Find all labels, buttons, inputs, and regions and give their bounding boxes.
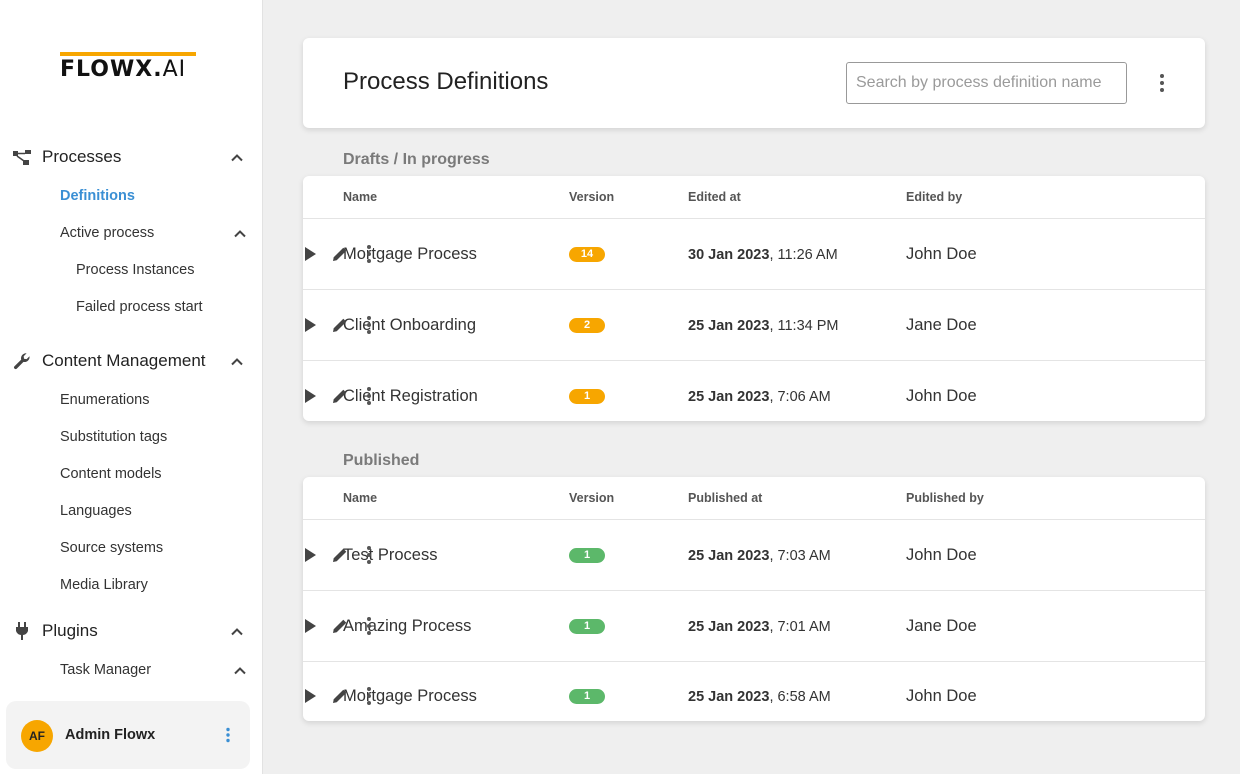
sidebar-item-failed-process-start[interactable]: Failed process start xyxy=(76,297,203,317)
version-badge: 1 xyxy=(569,689,605,704)
play-icon[interactable] xyxy=(303,618,317,634)
version-badge: 2 xyxy=(569,318,605,333)
table-row[interactable]: Client Registration 1 25 Jan 2023, 7:06 … xyxy=(303,361,1205,432)
sidebar-item-enumerations[interactable]: Enumerations xyxy=(60,390,149,410)
version-badge: 1 xyxy=(569,619,605,634)
table-row[interactable]: Client Onboarding 2 25 Jan 2023, 11:34 P… xyxy=(303,290,1205,361)
edit-icon[interactable] xyxy=(332,547,348,563)
sidebar-section-label: Processes xyxy=(42,147,121,167)
drafts-table: Name Version Edited at Edited by Mortgag… xyxy=(303,176,1205,421)
chevron-up-icon[interactable] xyxy=(232,226,248,242)
sidebar-item-languages[interactable]: Languages xyxy=(60,501,132,521)
table-row[interactable]: Mortgage Process 14 30 Jan 2023, 11:26 A… xyxy=(303,219,1205,290)
edited-at: 25 Jan 2023, 11:34 PM xyxy=(688,290,838,361)
sidebar-item-process-instances[interactable]: Process Instances xyxy=(76,260,194,280)
row-more-icon[interactable] xyxy=(366,546,372,564)
column-header-published-by: Published by xyxy=(906,477,984,519)
edited-by: Jane Doe xyxy=(906,290,977,361)
section-title-published: Published xyxy=(343,452,419,470)
page-title: Process Definitions xyxy=(343,68,548,96)
published-by: John Doe xyxy=(906,661,977,732)
column-header-version: Version xyxy=(569,477,614,519)
process-name: Client Registration xyxy=(343,361,478,432)
edited-at: 30 Jan 2023, 11:26 AM xyxy=(688,219,838,290)
more-options-icon[interactable] xyxy=(1159,74,1165,92)
chevron-up-icon[interactable] xyxy=(229,150,245,166)
wrench-icon xyxy=(12,352,32,370)
column-header-name: Name xyxy=(343,477,377,519)
sidebar-item-source-systems[interactable]: Source systems xyxy=(60,538,163,558)
process-name: Mortgage Process xyxy=(343,661,477,732)
row-more-icon[interactable] xyxy=(366,687,372,705)
user-menu-icon[interactable] xyxy=(225,727,231,743)
edited-at: 25 Jan 2023, 7:06 AM xyxy=(688,361,831,432)
sidebar-section-content-management[interactable]: Content Management xyxy=(12,349,252,373)
play-icon[interactable] xyxy=(303,317,317,333)
table-row[interactable]: Amazing Process 1 25 Jan 2023, 7:01 AM J… xyxy=(303,591,1205,662)
edited-by: John Doe xyxy=(906,361,977,432)
sidebar-section-plugins[interactable]: Plugins xyxy=(12,619,252,643)
play-icon[interactable] xyxy=(303,246,317,262)
table-row[interactable]: Test Process 1 25 Jan 2023, 7:03 AM John… xyxy=(303,520,1205,591)
published-table: Name Version Published at Published by T… xyxy=(303,477,1205,721)
process-name: Test Process xyxy=(343,520,437,591)
published-at: 25 Jan 2023, 7:01 AM xyxy=(688,591,831,662)
edit-icon[interactable] xyxy=(332,317,348,333)
published-by: John Doe xyxy=(906,520,977,591)
process-name: Client Onboarding xyxy=(343,290,476,361)
play-icon[interactable] xyxy=(303,547,317,563)
user-card[interactable]: AF Admin Flowx xyxy=(6,701,250,769)
table-row[interactable]: Mortgage Process 1 25 Jan 2023, 6:58 AM … xyxy=(303,661,1205,732)
play-icon[interactable] xyxy=(303,388,317,404)
column-header-edited-at: Edited at xyxy=(688,176,741,218)
search-input[interactable] xyxy=(846,62,1127,104)
row-more-icon[interactable] xyxy=(366,617,372,635)
sidebar: FLOWX.AI Processes Definitions Active pr… xyxy=(0,0,263,774)
version-badge: 14 xyxy=(569,247,605,262)
sidebar-item-definitions[interactable]: Definitions xyxy=(60,186,135,206)
process-tree-icon xyxy=(12,148,32,166)
sidebar-item-substitution-tags[interactable]: Substitution tags xyxy=(60,427,167,447)
version-badge: 1 xyxy=(569,548,605,563)
user-name: Admin Flowx xyxy=(65,727,155,743)
sidebar-section-label: Content Management xyxy=(42,351,206,371)
column-header-name: Name xyxy=(343,176,377,218)
process-name: Amazing Process xyxy=(343,591,471,662)
chevron-up-icon[interactable] xyxy=(229,624,245,640)
sidebar-section-label: Plugins xyxy=(42,621,98,641)
plug-icon xyxy=(12,622,32,640)
edited-by: John Doe xyxy=(906,219,977,290)
play-icon[interactable] xyxy=(303,688,317,704)
version-badge: 1 xyxy=(569,389,605,404)
avatar: AF xyxy=(21,720,53,752)
edit-icon[interactable] xyxy=(332,246,348,262)
sidebar-item-task-manager[interactable]: Task Manager xyxy=(60,660,151,680)
edit-icon[interactable] xyxy=(332,388,348,404)
section-title-drafts: Drafts / In progress xyxy=(343,151,490,169)
flowx-logo[interactable]: FLOWX.AI xyxy=(60,52,196,82)
sidebar-item-active-process[interactable]: Active process xyxy=(60,223,154,243)
published-at: 25 Jan 2023, 6:58 AM xyxy=(688,661,831,732)
published-at: 25 Jan 2023, 7:03 AM xyxy=(688,520,831,591)
sidebar-item-media-library[interactable]: Media Library xyxy=(60,575,148,595)
process-name: Mortgage Process xyxy=(343,219,477,290)
row-more-icon[interactable] xyxy=(366,245,372,263)
chevron-up-icon[interactable] xyxy=(232,663,248,679)
sidebar-section-processes[interactable]: Processes xyxy=(12,145,252,169)
column-header-edited-by: Edited by xyxy=(906,176,962,218)
header-card: Process Definitions xyxy=(303,38,1205,128)
edit-icon[interactable] xyxy=(332,618,348,634)
published-by: Jane Doe xyxy=(906,591,977,662)
sidebar-item-content-models[interactable]: Content models xyxy=(60,464,162,484)
edit-icon[interactable] xyxy=(332,688,348,704)
column-header-published-at: Published at xyxy=(688,477,762,519)
row-more-icon[interactable] xyxy=(366,387,372,405)
row-more-icon[interactable] xyxy=(366,316,372,334)
column-header-version: Version xyxy=(569,176,614,218)
chevron-up-icon[interactable] xyxy=(229,354,245,370)
